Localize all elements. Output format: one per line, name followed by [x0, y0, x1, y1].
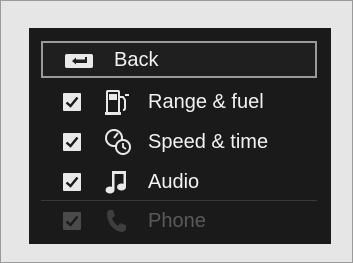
display-screen: Back Range & fuel Speed & time Audio Pho…	[29, 28, 331, 244]
back-button[interactable]: Back	[41, 41, 317, 78]
menu-item-label: Phone	[148, 210, 206, 232]
menu-item-audio[interactable]: Audio	[29, 163, 331, 203]
menu-item-speed-time[interactable]: Speed & time	[29, 123, 331, 163]
phone-icon	[107, 210, 126, 232]
menu-item-label: Speed & time	[148, 131, 269, 153]
range-fuel-icon	[105, 90, 129, 115]
figure-frame: Back Range & fuel Speed & time Audio Pho…	[0, 0, 353, 263]
audio-note-icon	[105, 171, 126, 194]
list-divider	[41, 200, 317, 201]
speed-time-icon	[105, 129, 131, 155]
menu-item-range-fuel[interactable]: Range & fuel	[29, 83, 331, 123]
back-label: Back	[114, 49, 159, 71]
checkbox-checked[interactable]	[63, 133, 81, 151]
menu-item-label: Range & fuel	[148, 91, 264, 113]
back-arrow-icon	[65, 54, 93, 68]
checkbox-checked[interactable]	[63, 173, 81, 191]
menu-item-label: Audio	[148, 171, 200, 193]
menu-item-phone[interactable]: Phone	[29, 202, 331, 242]
checkbox-checked[interactable]	[63, 93, 81, 111]
checkbox-checked[interactable]	[63, 212, 81, 230]
